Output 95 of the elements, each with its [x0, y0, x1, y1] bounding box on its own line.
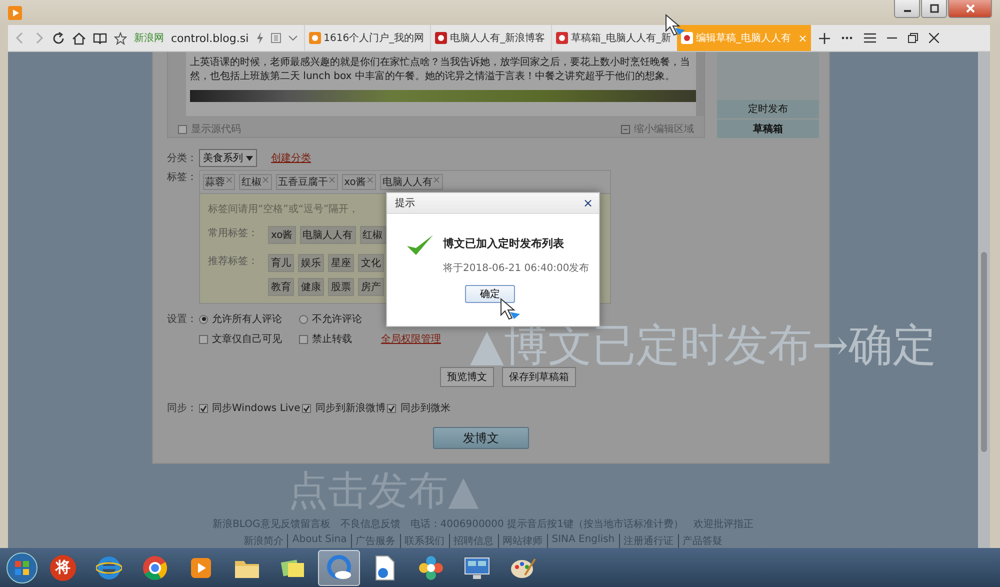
tag-suggestion[interactable]: 星座 [328, 254, 354, 272]
cloud-browser-icon [325, 554, 353, 582]
scrollbar[interactable] [978, 52, 990, 548]
field-label: 分类： [167, 152, 197, 165]
dialog-message: 博文已加入定时发布列表 [443, 236, 565, 251]
dialog-detail: 将于2018-06-21 06:40:00发布 [443, 262, 590, 275]
tag-chip[interactable]: 五香豆腐干× [276, 174, 338, 190]
circle-logo-icon [142, 554, 168, 580]
browser-tab[interactable]: 1616个人门户_我的网 [304, 25, 428, 51]
chevron-down-icon[interactable] [288, 35, 298, 41]
grid-icon[interactable] [270, 33, 281, 43]
close-icon [966, 4, 974, 13]
tag-suggestion[interactable]: 红椒 [360, 226, 386, 244]
radio-button[interactable] [199, 314, 208, 324]
radio-button[interactable] [299, 314, 308, 324]
start-orb-icon[interactable] [6, 552, 38, 584]
more-icon[interactable] [841, 36, 854, 40]
radio-label: 不允许评论 [312, 312, 362, 326]
action-button[interactable]: 预览博文 [440, 367, 494, 387]
plus-icon[interactable] [819, 32, 830, 44]
tag-suggestion[interactable]: 教育 [268, 278, 294, 296]
permission-link[interactable]: 全局权限管理 [381, 332, 441, 346]
refresh-icon[interactable] [52, 32, 65, 44]
book-icon[interactable] [93, 32, 107, 44]
maximize-button[interactable] [921, 0, 947, 18]
browser-tab[interactable]: 电脑人人有_新浪博客 [430, 25, 550, 51]
tag-suggestion[interactable]: 育儿 [268, 254, 294, 272]
tab-favicon-icon [308, 32, 321, 44]
star-icon[interactable] [114, 32, 127, 44]
checkmark-icon [303, 404, 310, 412]
home-icon[interactable] [72, 32, 86, 44]
app-play-icon [8, 6, 22, 20]
field-label: 设置： [167, 312, 197, 326]
tag-suggestion[interactable]: 娱乐 [298, 254, 324, 272]
mouse-pointer-icon [500, 298, 522, 320]
checkbox-label: 同步到微米 [400, 402, 450, 415]
checkbox[interactable] [302, 404, 312, 412]
checkbox-label: 文章仅自己可见 [212, 332, 282, 346]
section-label: 推荐标签： [208, 254, 259, 269]
minimize-button[interactable] [894, 0, 920, 18]
tag-suggestion[interactable]: 文化 [358, 254, 384, 272]
tag-suggestion[interactable]: 健康 [298, 278, 324, 296]
ok-button[interactable]: 确定 [465, 285, 515, 303]
checkbox[interactable] [199, 404, 208, 412]
create-category-link[interactable]: 创建分类 [271, 151, 311, 165]
close-icon[interactable] [929, 33, 940, 43]
field-label: 同步： [167, 402, 197, 415]
taskbar-button[interactable] [318, 550, 360, 586]
checkbox-label: 显示源代码 [191, 123, 241, 136]
publish-button[interactable]: 发博文 [433, 427, 529, 449]
checkbox-label: 同步Windows Live [212, 402, 300, 415]
tag-hint: 标签间请用“空格”或“逗号”隔开， [208, 202, 359, 216]
field-label: 标签： [167, 170, 197, 184]
checkbox[interactable] [299, 334, 308, 344]
document-icon [374, 554, 396, 582]
side-button[interactable]: 草稿箱 [717, 120, 819, 138]
tag-chip[interactable]: 蒜蓉× [203, 174, 236, 190]
checkbox-label: 禁止转载 [312, 332, 352, 346]
tab-favicon-icon [435, 32, 448, 44]
checkbox[interactable] [199, 334, 208, 344]
flower-icon [417, 554, 445, 582]
taskbar-button[interactable]: 将 [42, 550, 84, 586]
maximize-icon [930, 4, 938, 13]
dialog-title: 提示 [395, 197, 415, 210]
tag-suggestion[interactable]: 股票 [328, 278, 354, 296]
checkmark-icon [388, 404, 396, 412]
side-button[interactable]: 定时发布 [717, 100, 819, 118]
tag-chip[interactable]: 电脑人人有× [380, 174, 443, 190]
editor-area[interactable]: 上英语课的时候，老师最感兴趣的就是你们在家忙点啥？当我告诉她，放学回家之后，要花上数小时烹饪晚餐，当然，也包括上班族第二天 lunch box 中丰富的午餐。她的诧异之情溢于言表！中餐之讲究超乎于他们的想象。 [186, 52, 704, 116]
tag-suggestion[interactable]: xo酱 [268, 226, 296, 244]
section-label: 常用标签： [208, 226, 259, 241]
menu-icon[interactable] [864, 33, 876, 43]
tag-suggestion[interactable]: 电脑人人有 [300, 226, 356, 244]
lightning-icon[interactable] [256, 32, 264, 44]
checkbox[interactable] [178, 124, 187, 134]
close-button[interactable]: × [582, 196, 593, 210]
article-text: 上英语课的时候，老师最感兴趣的就是你们在家忙点啥？当我告诉她，放学回家之后，要花上数小时烹饪晚餐，当然，也包括上班族第二天 lunch box 中丰富的午餐。她的诧异之情溢于言表！中餐之讲究超乎于他们的想象。 [190, 56, 691, 84]
site-label: 新浪网 [134, 32, 164, 45]
monitor-icon [463, 554, 491, 580]
action-button[interactable]: 保存到草稿箱 [502, 367, 576, 387]
tag-chip[interactable]: 红椒× [239, 174, 272, 190]
address-field[interactable]: control.blog.si [171, 32, 249, 44]
checkbox[interactable] [387, 404, 396, 412]
restore-icon[interactable] [908, 33, 918, 43]
tag-chip[interactable]: xo酱× [342, 174, 376, 190]
caret-icon [246, 156, 253, 160]
tag-suggestion[interactable]: 房产 [358, 278, 384, 296]
radio-label: 允许所有人评论 [212, 312, 282, 326]
checkbox-label: 同步到新浪微博 [315, 402, 386, 415]
category-dropdown[interactable]: 美食系列 [199, 149, 257, 167]
checkmark-icon [200, 404, 207, 412]
tab-favicon-icon [556, 32, 568, 44]
tab-favicon-icon [681, 32, 694, 44]
close-button[interactable] [948, 0, 992, 18]
e-logo-icon [96, 554, 122, 580]
